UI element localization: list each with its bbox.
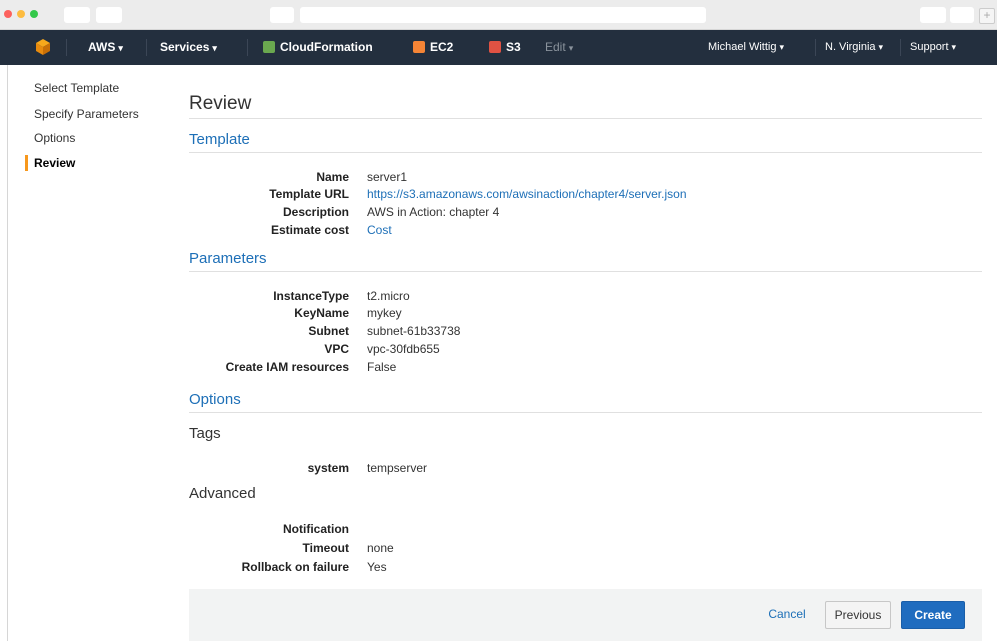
cloudformation-label: CloudFormation bbox=[280, 40, 373, 54]
rollback-on-failure-value: Yes bbox=[367, 560, 387, 574]
sidebar-item-options[interactable]: Options bbox=[34, 131, 75, 145]
parameters-section-title: Parameters bbox=[189, 250, 267, 267]
tag-value: tempserver bbox=[367, 461, 428, 475]
vpc-value: vpc-30fdb655 bbox=[367, 342, 440, 356]
region-menu[interactable]: N. Virginia ▾ bbox=[825, 30, 883, 65]
page-title: Review bbox=[189, 93, 252, 114]
minimize-window-icon[interactable] bbox=[17, 10, 25, 18]
estimate-cost-label: Estimate cost bbox=[270, 223, 349, 237]
name-label: Name bbox=[316, 170, 349, 184]
close-window-icon[interactable] bbox=[4, 10, 12, 18]
tabs-button[interactable] bbox=[950, 7, 974, 23]
divider bbox=[189, 152, 982, 153]
vpc-label: VPC bbox=[324, 342, 349, 356]
description-value: AWS in Action: chapter 4 bbox=[367, 205, 500, 219]
edit-menu-label: Edit bbox=[545, 40, 566, 54]
services-menu-label: Services bbox=[160, 40, 210, 54]
instancetype-value: t2.micro bbox=[367, 289, 410, 303]
address-bar[interactable] bbox=[300, 7, 706, 23]
cancel-button[interactable]: Cancel bbox=[757, 601, 817, 629]
chevron-down-icon: ▾ bbox=[878, 42, 884, 52]
chevron-down-icon: ▾ bbox=[212, 43, 217, 53]
services-menu[interactable]: Services ▾ bbox=[160, 30, 217, 65]
region-name: N. Virginia bbox=[825, 41, 876, 53]
notification-label: Notification bbox=[283, 522, 349, 536]
forward-button[interactable] bbox=[96, 7, 122, 23]
ec2-label: EC2 bbox=[430, 40, 454, 54]
description-label: Description bbox=[282, 205, 349, 219]
template-url-link[interactable]: https://s3.amazonaws.com/awsinaction/cha… bbox=[367, 187, 687, 201]
sidebar-item-specify-parameters[interactable]: Specify Parameters bbox=[34, 107, 139, 121]
back-button[interactable] bbox=[64, 7, 90, 23]
estimate-cost-link[interactable]: Cost bbox=[367, 223, 392, 237]
maximize-window-icon[interactable] bbox=[30, 10, 38, 18]
share-button[interactable] bbox=[920, 7, 946, 23]
divider bbox=[189, 412, 982, 413]
aws-cube-icon[interactable] bbox=[36, 30, 50, 65]
timeout-label: Timeout bbox=[302, 541, 349, 555]
create-iam-resources-value: False bbox=[367, 360, 397, 374]
cloudformation-icon bbox=[263, 41, 275, 53]
s3-shortcut[interactable]: S3 bbox=[489, 30, 521, 65]
divider bbox=[189, 118, 982, 119]
ec2-icon bbox=[413, 41, 425, 53]
wizard-footer: Cancel Previous Create bbox=[189, 589, 982, 641]
chevron-down-icon: ▾ bbox=[568, 43, 574, 53]
sidebar-toggle-button[interactable] bbox=[270, 7, 294, 23]
support-label: Support bbox=[910, 41, 949, 53]
name-value: server1 bbox=[367, 170, 408, 184]
chevron-down-icon: ▾ bbox=[118, 43, 123, 53]
template-section-title: Template bbox=[189, 131, 250, 148]
support-menu[interactable]: Support ▾ bbox=[910, 30, 956, 65]
create-button[interactable]: Create bbox=[901, 601, 965, 629]
instancetype-label: InstanceType bbox=[273, 289, 349, 303]
edit-menu[interactable]: Edit ▾ bbox=[545, 30, 573, 65]
rollback-on-failure-label: Rollback on failure bbox=[241, 560, 349, 574]
s3-icon bbox=[489, 41, 501, 53]
ec2-shortcut[interactable]: EC2 bbox=[413, 30, 453, 65]
cloudformation-shortcut[interactable]: CloudFormation bbox=[263, 30, 373, 65]
divider bbox=[189, 271, 982, 272]
new-tab-icon[interactable]: + bbox=[979, 8, 995, 24]
chevron-down-icon: ▾ bbox=[779, 42, 784, 52]
aws-menu[interactable]: AWS ▾ bbox=[88, 30, 123, 65]
browser-chrome: + bbox=[0, 0, 997, 30]
timeout-value: none bbox=[367, 541, 394, 555]
keyname-label: KeyName bbox=[294, 306, 349, 320]
tags-subheading: Tags bbox=[189, 425, 221, 442]
options-section-title: Options bbox=[189, 391, 241, 408]
subnet-label: Subnet bbox=[308, 324, 349, 338]
left-border bbox=[7, 65, 8, 641]
keyname-value: mykey bbox=[367, 306, 402, 320]
create-iam-resources-label: Create IAM resources bbox=[225, 360, 349, 374]
active-step-indicator bbox=[25, 155, 28, 171]
chevron-down-icon: ▾ bbox=[951, 42, 957, 52]
subnet-value: subnet-61b33738 bbox=[367, 324, 461, 338]
user-menu[interactable]: Michael Wittig ▾ bbox=[708, 30, 784, 65]
previous-button[interactable]: Previous bbox=[825, 601, 891, 629]
sidebar-item-select-template[interactable]: Select Template bbox=[34, 81, 119, 95]
sidebar-item-review[interactable]: Review bbox=[34, 156, 75, 170]
aws-menu-label: AWS bbox=[88, 40, 116, 54]
s3-label: S3 bbox=[506, 40, 521, 54]
user-name: Michael Wittig bbox=[708, 41, 777, 53]
template-url-label: Template URL bbox=[269, 187, 349, 201]
aws-top-nav: AWS ▾ Services ▾ CloudFormation EC2 S3 Edi… bbox=[0, 30, 997, 65]
advanced-subheading: Advanced bbox=[189, 485, 256, 502]
tag-key-label: system bbox=[307, 461, 349, 475]
